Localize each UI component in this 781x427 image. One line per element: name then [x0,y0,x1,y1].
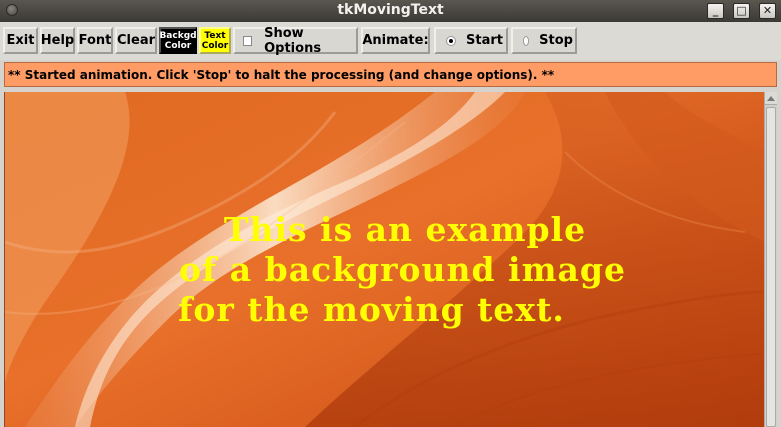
moving-text-line-1: This is an example [223,210,587,249]
moving-text-canvas[interactable]: This is an example of a background image… [4,92,764,427]
text-color-button[interactable]: Text Color [199,27,231,54]
scrollbar-thumb[interactable] [766,107,776,427]
start-label: Start [466,33,503,48]
status-message: ** Started animation. Click 'Stop' to ha… [4,62,777,87]
vertical-scrollbar[interactable] [764,92,777,427]
help-button[interactable]: Help [40,27,75,54]
text-color-label-line2: Color [201,40,229,51]
window-title: tkMovingText [337,2,444,18]
animate-label: Animate: [361,27,430,54]
close-button[interactable]: ✕ [759,3,776,19]
show-options-checkbox-icon[interactable] [243,35,253,46]
start-radio-selected-icon[interactable] [446,35,456,46]
background-color-label-line2: Color [164,40,192,51]
clear-button[interactable]: Clear [115,27,157,54]
background-color-label-line1: Backgd [159,30,197,41]
stop-radiobutton[interactable]: Stop [511,27,577,54]
show-options-label: Show Options [264,25,322,56]
exit-button[interactable]: Exit [3,27,38,54]
text-color-label-line1: Text [204,30,226,41]
maximize-button[interactable]: □ [733,3,750,19]
title-bar: tkMovingText _ □ ✕ [0,0,781,22]
scroll-up-arrow-icon[interactable] [765,92,777,105]
background-color-button[interactable]: Backgd Color [159,27,197,54]
moving-text-line-2: of a background image [179,250,626,289]
start-radiobutton[interactable]: Start [434,27,508,54]
stop-radio-icon[interactable] [523,35,530,46]
show-options-checkbutton[interactable]: Show Options [233,25,358,56]
minimize-button[interactable]: _ [707,3,724,19]
stop-label: Stop [539,33,573,48]
font-button[interactable]: Font [77,27,113,54]
toolbar: Exit Help Font Clear Backgd Color Text C… [0,22,781,60]
moving-text: This is an example of a background image… [5,210,764,330]
moving-text-line-3: for the moving text. [178,290,565,329]
